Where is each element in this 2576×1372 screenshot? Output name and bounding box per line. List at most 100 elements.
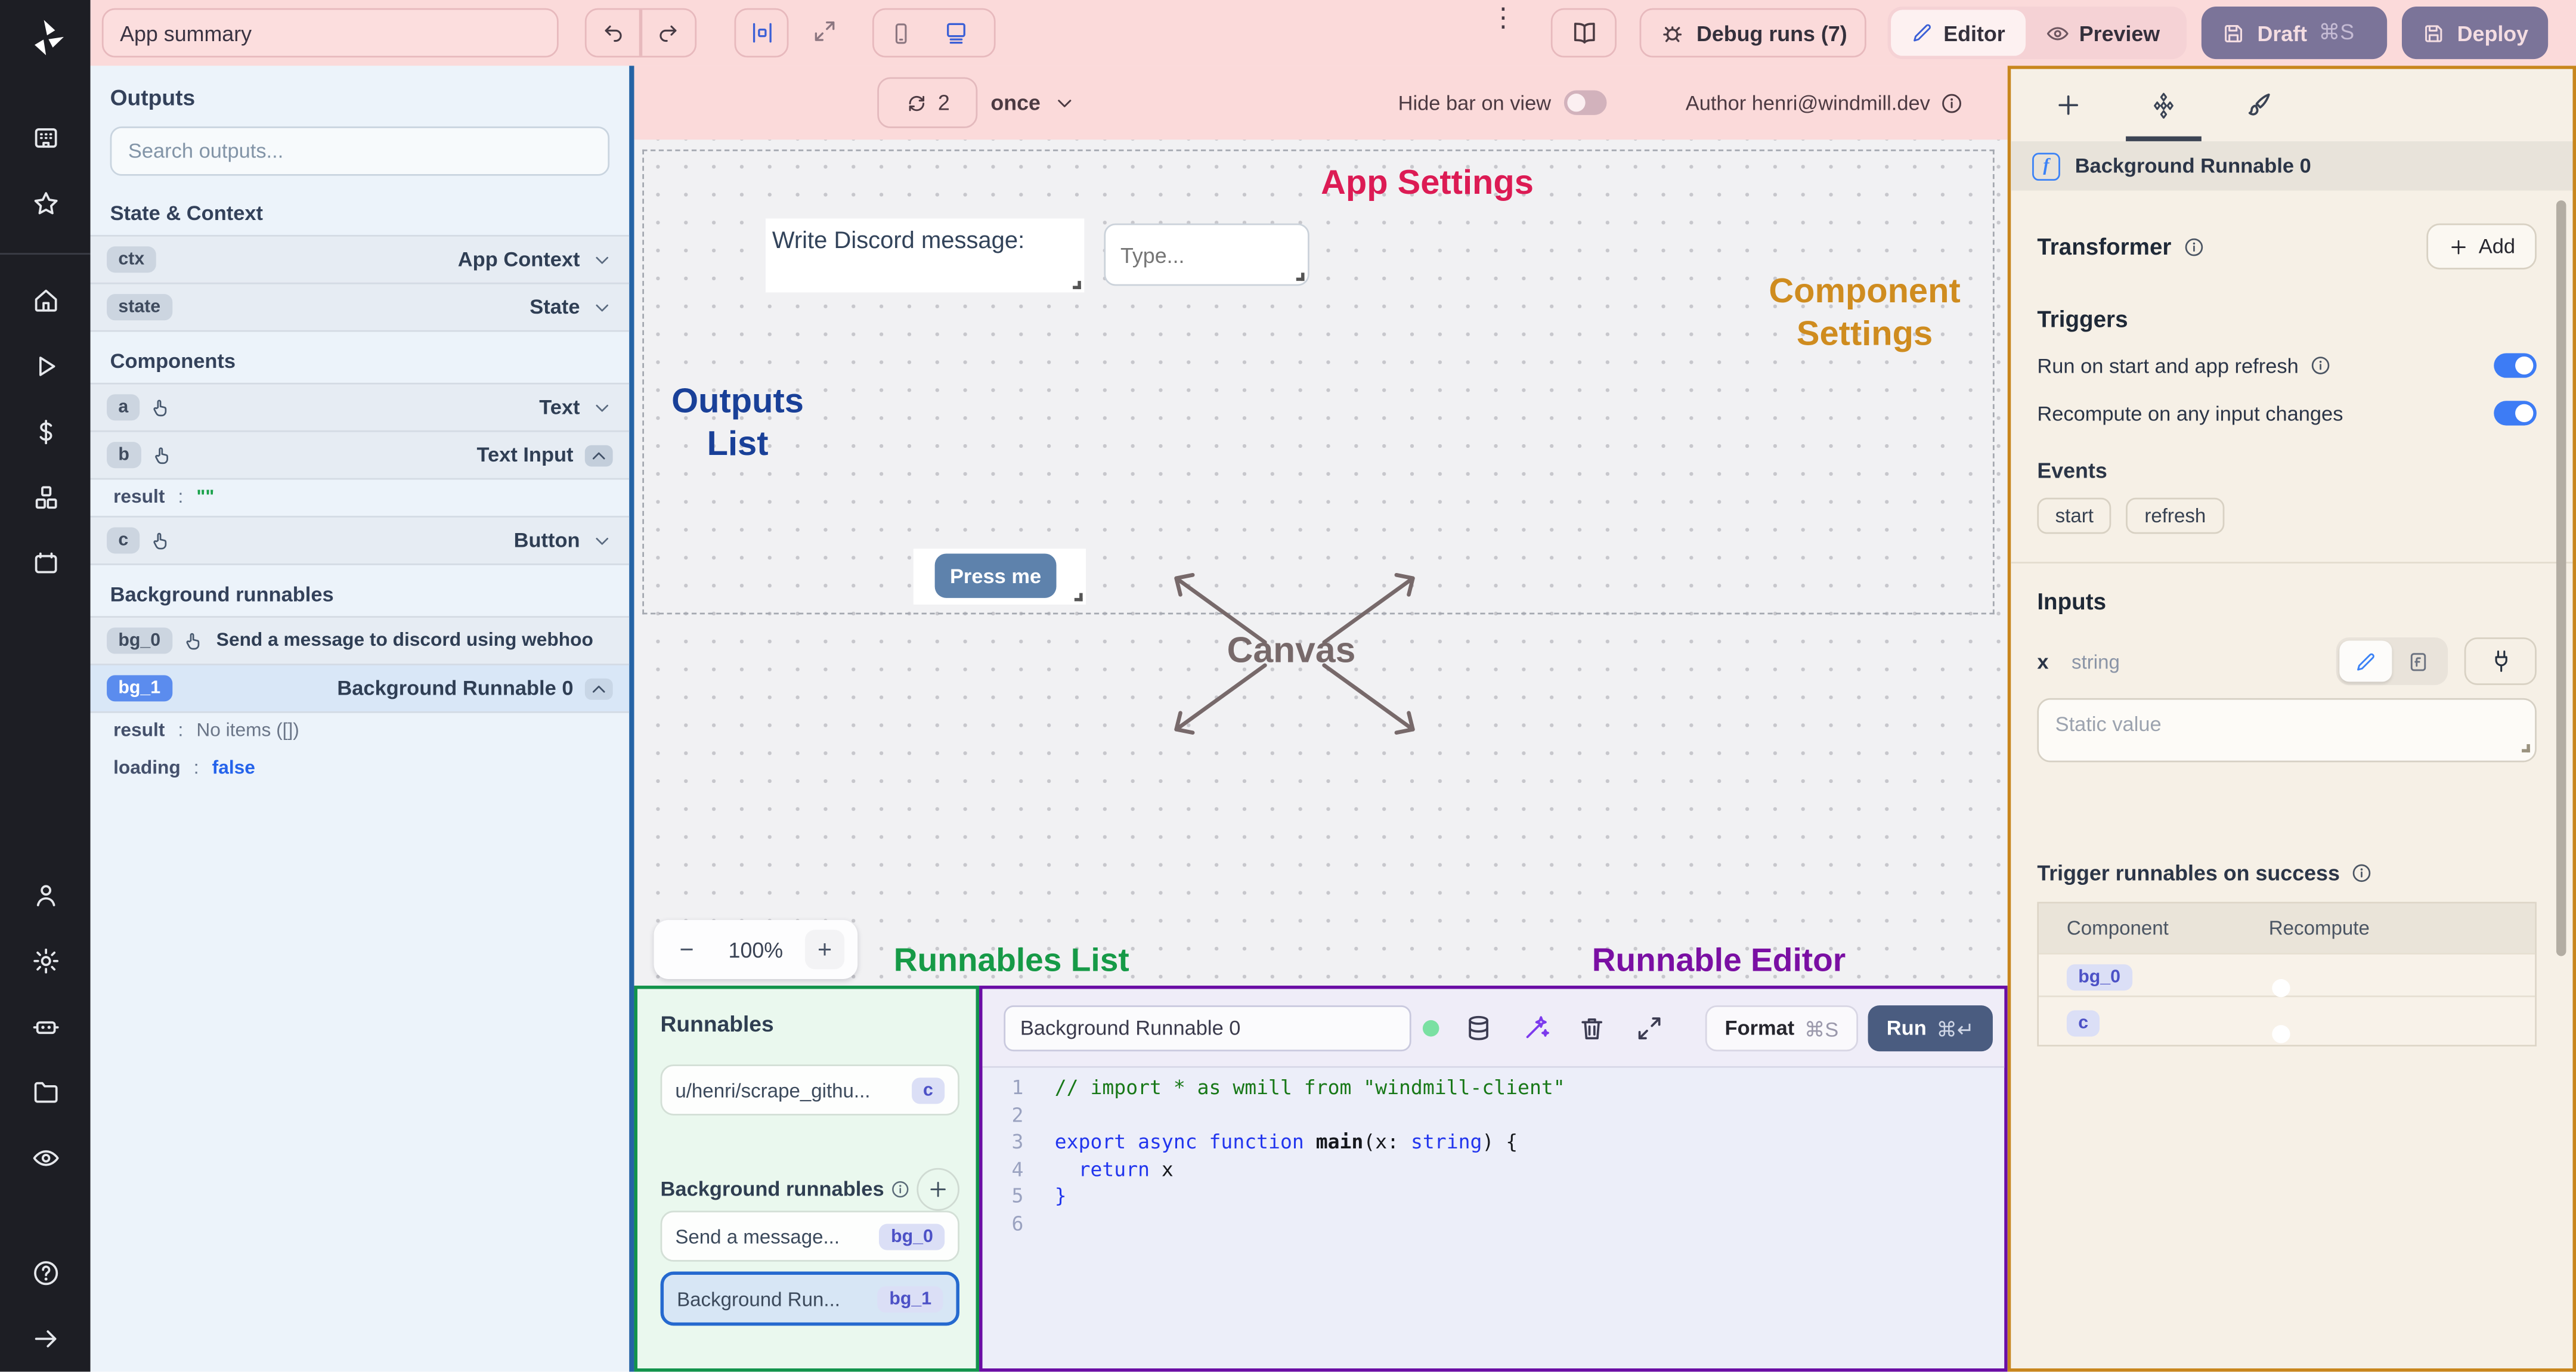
workers-robot-icon[interactable]: [24, 1005, 67, 1048]
tab-editor[interactable]: Editor: [1891, 10, 2025, 56]
refresh-count-button[interactable]: 2: [877, 77, 978, 128]
zoom-in-button[interactable]: +: [804, 930, 845, 970]
add-transformer-button[interactable]: Add: [2426, 223, 2537, 270]
favorites-icon[interactable]: [24, 182, 67, 225]
home-icon[interactable]: [24, 279, 67, 322]
runnable-item-bg0[interactable]: Send a message... bg_0: [660, 1210, 959, 1262]
debug-runs-button[interactable]: Debug runs (7): [1639, 8, 1866, 58]
code-editor[interactable]: 123 456 // import * as wmill from "windm…: [983, 1068, 2005, 1368]
draft-button[interactable]: Draft ⌘S: [2201, 7, 2388, 60]
connect-plug-icon[interactable]: [2464, 637, 2537, 685]
run-on-start-toggle[interactable]: [2494, 353, 2537, 378]
format-button[interactable]: Format ⌘S: [1705, 1005, 1859, 1052]
button-component-container[interactable]: Press me: [913, 549, 1086, 605]
event-refresh-pill[interactable]: refresh: [2126, 497, 2224, 534]
info-icon[interactable]: [1940, 91, 1963, 114]
settings-tabs: [2011, 69, 2572, 141]
selected-runnable-header[interactable]: f Background Runnable 0: [2011, 141, 2573, 191]
events-heading: Events: [2037, 458, 2107, 483]
output-row-c[interactable]: c Button: [90, 516, 630, 565]
users-icon[interactable]: [24, 874, 67, 917]
runnable-name-input[interactable]: [1004, 1005, 1411, 1052]
mobile-view-button[interactable]: [874, 10, 928, 56]
ai-wand-icon[interactable]: [1521, 1014, 1551, 1043]
tab-insert-plus-icon[interactable]: [2054, 69, 2083, 141]
output-row-ctx[interactable]: ctx App Context: [90, 234, 630, 284]
folders-icon[interactable]: [24, 1071, 67, 1114]
app-summary-input[interactable]: [101, 8, 559, 58]
redo-button[interactable]: [642, 10, 695, 56]
audit-eye-icon[interactable]: [24, 1137, 67, 1180]
bg1-label: Background Runnable 0: [337, 677, 574, 700]
search-outputs-input[interactable]: [110, 126, 610, 176]
text-component-discord-label[interactable]: Write Discord message:: [765, 218, 1085, 293]
pointer-hand-icon: [150, 397, 171, 418]
collapse-arrow-icon[interactable]: [24, 1318, 67, 1361]
runnable-item-bg1-selected[interactable]: Background Run... bg_1: [660, 1271, 959, 1326]
static-pencil-icon[interactable]: [2339, 640, 2392, 682]
output-row-state[interactable]: state State: [90, 282, 630, 332]
resources-icon[interactable]: [24, 476, 67, 519]
chevron-up-icon[interactable]: [584, 677, 613, 699]
hide-bar-toggle[interactable]: [1564, 90, 1607, 115]
panel-scrollbar-thumb[interactable]: [2556, 200, 2566, 956]
type-input[interactable]: [1106, 225, 1308, 284]
docs-book-button[interactable]: [1550, 8, 1617, 58]
refresh-mode-select[interactable]: once: [990, 77, 1076, 128]
zoom-out-button[interactable]: −: [667, 930, 707, 969]
event-start-pill[interactable]: start: [2037, 497, 2112, 534]
desktop-view-button[interactable]: [928, 10, 983, 56]
settings-gear-icon[interactable]: [24, 940, 67, 983]
runnable-item-script[interactable]: u/henri/scrape_githu... c: [660, 1064, 959, 1116]
add-bg-runnable-button[interactable]: [917, 1167, 959, 1211]
table-row[interactable]: c: [2039, 995, 2535, 1045]
deploy-button[interactable]: Deploy: [2401, 7, 2549, 60]
tab-styling-brush-icon[interactable]: [2244, 69, 2274, 141]
resize-handle[interactable]: [2522, 744, 2530, 752]
table-row[interactable]: bg_0: [2039, 952, 2535, 996]
center-layout-button[interactable]: [734, 8, 789, 58]
editor-tab-label: Editor: [1943, 20, 2005, 45]
runs-icon[interactable]: [24, 345, 67, 388]
info-icon: [2351, 862, 2373, 884]
run-button[interactable]: Run ⌘↵: [1868, 1005, 1993, 1052]
undo-button[interactable]: [587, 10, 640, 56]
bg1-result-row[interactable]: result : No items ([]): [91, 711, 630, 749]
code-lines[interactable]: // import * as wmill from "windmill-clie…: [1055, 1074, 1998, 1237]
chevron-down-icon[interactable]: [592, 530, 613, 552]
output-row-b[interactable]: b Text Input: [90, 430, 630, 480]
eval-function-icon[interactable]: [2392, 640, 2444, 682]
cache-db-icon[interactable]: [1464, 1014, 1494, 1043]
tab-components-icon[interactable]: [2126, 69, 2202, 141]
app-canvas[interactable]: App Settings Outputs List Component Settin…: [634, 140, 2008, 986]
input-name: x: [2037, 649, 2049, 673]
pointer-hand-icon: [150, 530, 171, 552]
triggers-heading: Triggers: [2037, 305, 2128, 332]
chevron-down-icon[interactable]: [592, 249, 613, 270]
chevron-up-icon[interactable]: [584, 444, 613, 466]
help-icon[interactable]: [24, 1252, 67, 1294]
more-menu-button[interactable]: ⋮: [1490, 6, 1516, 32]
variables-icon[interactable]: [24, 411, 67, 454]
resize-handle[interactable]: [1073, 281, 1081, 289]
fullscreen-button[interactable]: [812, 18, 838, 44]
tab-preview[interactable]: Preview: [2025, 10, 2179, 56]
output-row-bg1[interactable]: bg_1 Background Runnable 0: [90, 664, 630, 713]
expand-editor-icon[interactable]: [1634, 1014, 1664, 1043]
bg1-loading-row[interactable]: loading : false: [91, 749, 630, 786]
output-row-a[interactable]: a Text: [90, 382, 630, 432]
schedules-icon[interactable]: [24, 542, 67, 585]
text-input-component[interactable]: [1104, 223, 1309, 286]
output-row-bg0[interactable]: bg_0 Send a message to discord using web…: [90, 616, 630, 665]
delete-trash-icon[interactable]: [1577, 1014, 1607, 1043]
resize-handle[interactable]: [1296, 272, 1305, 281]
b-result-row[interactable]: result : "": [91, 478, 630, 516]
resize-handle[interactable]: [1074, 593, 1083, 602]
windmill-logo-icon[interactable]: [24, 17, 67, 60]
press-me-button[interactable]: Press me: [934, 553, 1057, 598]
workspace-icon[interactable]: [24, 117, 67, 160]
static-value-textarea[interactable]: [2037, 698, 2537, 763]
recompute-toggle[interactable]: [2494, 401, 2537, 426]
chevron-down-icon[interactable]: [592, 296, 613, 318]
chevron-down-icon[interactable]: [592, 397, 613, 418]
